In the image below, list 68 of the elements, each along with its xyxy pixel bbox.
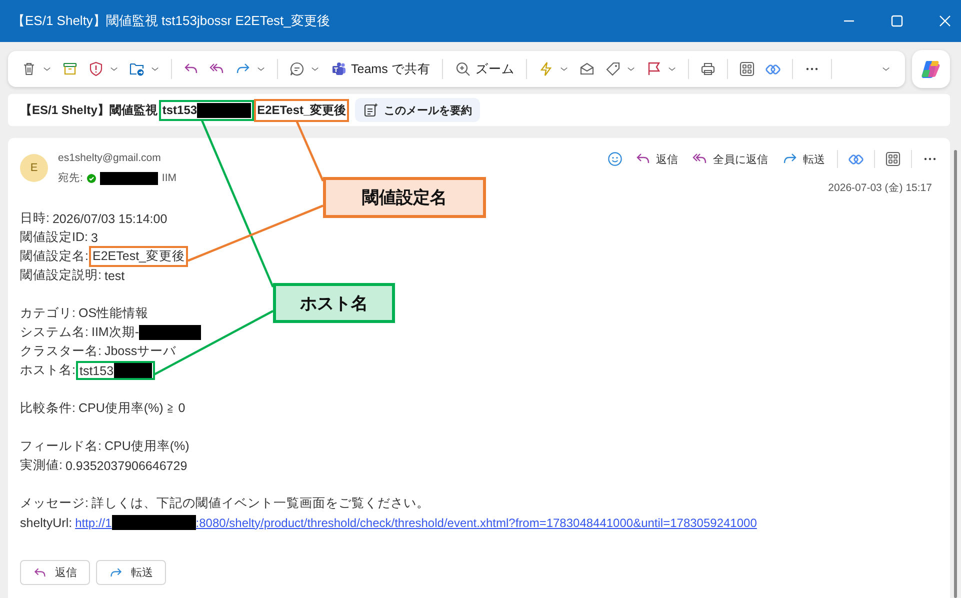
tag-icon[interactable] bbox=[605, 61, 622, 77]
sent-date: 2026-07-03 (金) 15:17 bbox=[828, 181, 932, 195]
field-label: カテゴリ: bbox=[20, 305, 76, 322]
field-label: システム名: bbox=[20, 324, 88, 341]
field-label: メッセージ: bbox=[20, 495, 88, 512]
shield-icon[interactable] bbox=[88, 61, 104, 77]
scrollbar[interactable] bbox=[954, 150, 957, 598]
chat-icon[interactable] bbox=[289, 61, 305, 77]
field-value: 詳しくは、下記の閾値イベント一覧画面をご覧ください。 bbox=[91, 495, 430, 512]
field-label: ホスト名: bbox=[20, 362, 76, 379]
field-value: E2ETest_変更後 bbox=[92, 248, 185, 265]
apps-icon[interactable] bbox=[739, 61, 756, 77]
field-value: Jbossサーバ bbox=[104, 343, 176, 360]
field-label: sheltyUrl: bbox=[20, 516, 72, 530]
url-link[interactable]: http://1 bbox=[75, 516, 112, 530]
sender-address: es1shelty@gmail.com bbox=[58, 152, 162, 164]
maximize-icon[interactable] bbox=[891, 15, 903, 27]
callout-label: 閾値設定名 bbox=[323, 177, 486, 218]
field-label: 日時: bbox=[20, 210, 50, 227]
field-value: CPU使用率(%) ≧ 0 bbox=[78, 400, 186, 417]
apps-icon[interactable] bbox=[885, 151, 901, 167]
envelope-icon[interactable] bbox=[579, 61, 596, 77]
window-title: 【ES/1 Shelty】閾値監視 tst153jbossr E2ETest_変更後 bbox=[12, 12, 331, 30]
close-icon[interactable] bbox=[939, 15, 951, 27]
avatar: E bbox=[20, 154, 48, 182]
forward-arrow-icon bbox=[109, 566, 123, 580]
summary-icon bbox=[363, 102, 380, 118]
summarize-button[interactable]: このメールを要約 bbox=[355, 98, 480, 122]
field-value: test bbox=[104, 268, 125, 282]
printer-icon[interactable] bbox=[700, 61, 716, 77]
field-label: 閾値設定説明: bbox=[20, 267, 102, 284]
subject-text: tst153 bbox=[162, 103, 198, 117]
callout-label: ホスト名 bbox=[273, 283, 395, 323]
share-button[interactable]: Teams で共有 bbox=[327, 60, 434, 78]
forward-button[interactable]: 転送 bbox=[780, 151, 827, 167]
field-label: クラスター名: bbox=[20, 343, 102, 360]
copilot-button[interactable] bbox=[912, 50, 950, 88]
recipient-name: IIM bbox=[162, 172, 177, 184]
smile-icon[interactable] bbox=[607, 151, 623, 167]
field-label: 実測値: bbox=[20, 457, 62, 474]
field-value: 3 bbox=[90, 230, 98, 244]
field-label: 閾値設定名: bbox=[20, 248, 88, 265]
field-value: tst153 bbox=[79, 364, 114, 378]
url-link[interactable]: :8080/shelty/product/threshold/check/threshold/event.xhtml?from=1783048441000&until=1783059241000 bbox=[196, 516, 757, 530]
archive-icon[interactable] bbox=[62, 61, 78, 77]
reply-button[interactable]: 返信 bbox=[633, 151, 680, 167]
field-label: フィールド名: bbox=[20, 438, 102, 455]
reply-arrow-icon bbox=[33, 566, 47, 580]
subject-text: 【ES/1 Shelty】閾値監視 bbox=[20, 102, 158, 118]
reply-button[interactable]: 返信 bbox=[20, 560, 90, 585]
field-value: OS性能情報 bbox=[78, 305, 149, 322]
field-value: CPU使用率(%) bbox=[104, 438, 190, 455]
reply-all-button[interactable]: 全員に返信 bbox=[690, 151, 770, 167]
field-value: IIM次期- bbox=[91, 324, 140, 341]
subject-text: E2ETest_変更後 bbox=[257, 102, 346, 118]
recipient-label: 宛先: bbox=[58, 171, 83, 185]
copilot-logo bbox=[920, 58, 942, 80]
trash-icon[interactable] bbox=[21, 61, 37, 77]
zoom-icon bbox=[455, 61, 472, 77]
field-label: 閾値設定ID: bbox=[20, 229, 88, 246]
folder-icon[interactable] bbox=[129, 61, 145, 77]
field-value: 0.9352037906646729 bbox=[65, 458, 188, 472]
field-value: 2026/07/03 15:14:00 bbox=[52, 212, 168, 226]
flag-icon[interactable] bbox=[646, 61, 662, 77]
field-label: 比較条件: bbox=[20, 400, 76, 417]
people-icon bbox=[331, 61, 347, 77]
forward-button[interactable]: 転送 bbox=[96, 560, 166, 585]
zoom-button[interactable]: ズーム bbox=[451, 60, 518, 78]
